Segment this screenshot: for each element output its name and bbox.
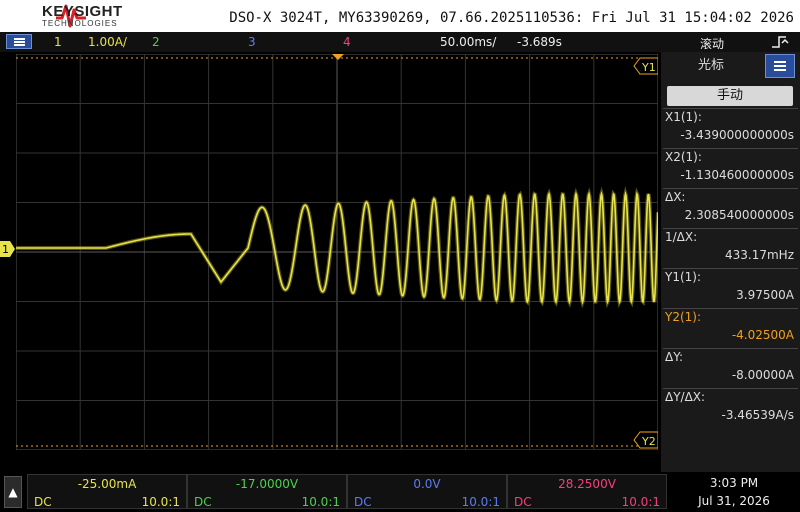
acquisition-mode[interactable]: 滚动 (700, 35, 724, 52)
menu-icon[interactable] (6, 34, 32, 49)
cursor-y2-label: Y2 (641, 435, 656, 448)
cursor-y1-label: Y1 (641, 61, 656, 74)
clock-date: Jul 31, 2026 (698, 494, 770, 508)
channel-probe-ratio: 10.0:1 (301, 495, 340, 509)
cursor-y2-marker[interactable]: Y2 (633, 431, 658, 449)
channel-bar: 1 1.00A/ 2 3 4 50.00ms/ -3.689s 滚动 (0, 32, 800, 52)
measurement-value: -3.439000000000s (680, 128, 794, 142)
channel-offset: 28.2500V (558, 477, 616, 491)
measurement-label: X2(1): (665, 150, 702, 164)
measurement-divider (663, 228, 798, 229)
measurement-value: -3.46539A/s (721, 408, 794, 422)
measurement-label: X1(1): (665, 110, 702, 124)
measurement-divider (663, 388, 798, 389)
trigger-icon[interactable] (770, 34, 792, 50)
cursor-panel: 光标 手动 X1(1): -3.439000000000s X2(1): -1.130… (661, 52, 800, 472)
measurement-divider (663, 148, 798, 149)
channel-3-label[interactable]: 3 (248, 35, 256, 49)
channel-1-label[interactable]: 1 (54, 35, 62, 49)
waveform-display[interactable]: Y1 Y2 (16, 54, 658, 450)
measurement-divider (663, 108, 798, 109)
panel-menu-icon[interactable] (765, 54, 795, 78)
measurement-value: 433.17mHz (725, 248, 794, 262)
channel-1-marker-label: 1 (2, 243, 9, 256)
measurement-value: -4.02500A (731, 328, 794, 342)
channel-4-settings[interactable]: 28.2500V DC 10.0:1 (507, 474, 667, 509)
channel-1-settings[interactable]: -25.00mA DC 10.0:1 (27, 474, 187, 509)
channel-probe-ratio: 10.0:1 (141, 495, 180, 509)
channel-coupling: DC (514, 495, 532, 509)
timebase-delay[interactable]: -3.689s (517, 35, 562, 49)
channel-coupling: DC (194, 495, 212, 509)
up-arrow-icon[interactable]: ▲ (4, 476, 22, 508)
channel-4-label[interactable]: 4 (343, 35, 351, 49)
measurement-divider (663, 348, 798, 349)
cursor-y1-marker[interactable]: Y1 (633, 57, 658, 75)
bottom-bar: ▲ -25.00mA DC 10.0:1 -17.0000V DC 10.0:1 0.0V D… (0, 472, 800, 512)
measurement-divider (663, 308, 798, 309)
channel-offset: -25.00mA (77, 477, 137, 491)
channel-1-ground-marker[interactable]: 1 (0, 238, 16, 260)
measurement-label: ΔY/ΔX: (665, 390, 706, 404)
channel-probe-ratio: 10.0:1 (621, 495, 660, 509)
measurement-value: -8.00000A (731, 368, 794, 382)
measurement-label: ΔX: (665, 190, 686, 204)
measurement-divider (663, 188, 798, 189)
brand-subtitle: TECHNOLOGIES (42, 19, 118, 28)
measurement-label: 1/ΔX: (665, 230, 698, 244)
measurement-value: -1.130460000000s (680, 168, 794, 182)
channel-2-settings[interactable]: -17.0000V DC 10.0:1 (187, 474, 347, 509)
channel-1-scale[interactable]: 1.00A/ (88, 35, 127, 49)
measurement-value: 2.308540000000s (684, 208, 794, 222)
measurement-label: Y2(1): (665, 310, 702, 324)
device-info: DSO-X 3024T, MY63390269, 07.66.202511053… (229, 10, 794, 26)
channel-offset: -17.0000V (235, 477, 299, 491)
channel-3-settings[interactable]: 0.0V DC 10.0:1 (347, 474, 507, 509)
measurement-value: 3.97500A (736, 288, 794, 302)
header-bar: KEYSIGHT TECHNOLOGIES DSO-X 3024T, MY633… (0, 0, 800, 32)
clock-time: 3:03 PM (709, 476, 759, 490)
channel-probe-ratio: 10.0:1 (461, 495, 500, 509)
timebase-scale[interactable]: 50.00ms/ (440, 35, 496, 49)
channel-2-label[interactable]: 2 (152, 35, 160, 49)
measurement-label: ΔY: (665, 350, 683, 364)
channel-coupling: DC (354, 495, 372, 509)
brand-name: KEYSIGHT (42, 3, 123, 20)
measurement-label: Y1(1): (665, 270, 702, 284)
channel-offset: 0.0V (413, 477, 441, 491)
channel-coupling: DC (34, 495, 52, 509)
panel-title: 光标 (697, 58, 724, 73)
measurement-divider (663, 268, 798, 269)
cursor-mode-button[interactable]: 手动 (667, 86, 793, 106)
